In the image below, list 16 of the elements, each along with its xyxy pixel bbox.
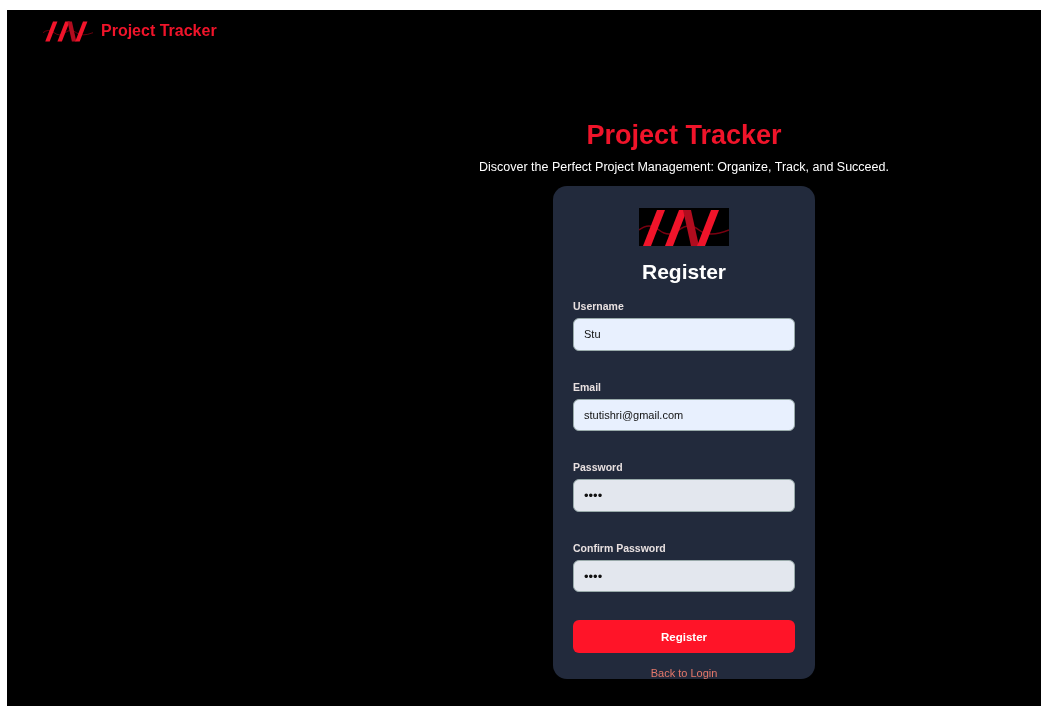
input-field[interactable]: stutishri@gmail.com [573, 398, 795, 432]
input-field[interactable]: •••• [573, 479, 795, 512]
logo-icon [639, 208, 729, 246]
logo-icon [43, 20, 93, 42]
field-label: Email [573, 380, 601, 393]
form-title: Register [641, 260, 727, 284]
field-label: Confirm Password [573, 541, 666, 554]
tagline: Discover the Perfect Project Management: Organize, Track, and Succeed. [479, 160, 889, 174]
back-to-login-link[interactable]: Back to Login [650, 666, 718, 679]
register-button[interactable]: Register [573, 620, 795, 653]
field-label: Username [573, 300, 624, 312]
brand-name: Project Tracker [101, 22, 217, 40]
field-label: Password [573, 461, 623, 474]
input-field[interactable]: Stu [573, 318, 795, 351]
input-field[interactable]: •••• [573, 559, 795, 593]
page-title: Project Tracker [586, 120, 782, 151]
